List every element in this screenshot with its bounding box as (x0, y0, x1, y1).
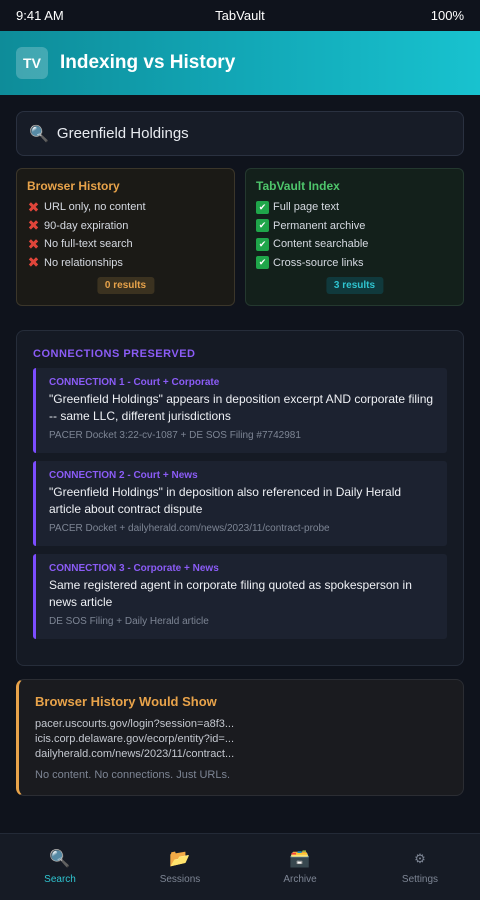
index-feature: ✔ Cross-source links (256, 254, 453, 273)
gear-icon: ⚙ (414, 850, 426, 866)
history-feature: ✖ 90-day expiration (27, 217, 129, 234)
tab-settings[interactable]: ⚙ Settings (360, 834, 480, 900)
cross-icon: ✖ (27, 254, 40, 271)
tabvault-index-card: TabVault Index ✔ Full page text ✔ Permanen… (245, 168, 464, 306)
checkmark-icon: ✔ (256, 219, 269, 233)
browser-history-title: Browser History (27, 179, 120, 193)
archive-icon: 🗃️ (289, 848, 311, 868)
tab-label: Settings (401, 873, 439, 885)
tab-label: Archive (283, 873, 317, 885)
search-icon: 🔍 (49, 848, 71, 868)
comparison-panel: Browser History ✖ URL only, no content ✖ 9… (16, 168, 464, 306)
index-feature: ✔ Permanent archive (256, 217, 453, 236)
cross-icon: ✖ (27, 217, 40, 234)
checkmark-icon: ✔ (256, 256, 269, 270)
would-show-title: Browser History Would Show (35, 694, 217, 709)
search-input[interactable] (56, 125, 437, 142)
history-feature: ✖ URL only, no content (27, 198, 146, 215)
history-url: dailyherald.com/news/2023/11/contract... (35, 748, 235, 760)
folder-icon: 📂 (169, 848, 191, 868)
cross-icon: ✖ (27, 198, 40, 215)
tab-sessions[interactable]: 📂 Sessions (120, 834, 240, 900)
index-feature: ✔ Content searchable (256, 235, 453, 254)
connection-source: PACER Docket + dailyherald.com/news/2023… (49, 523, 330, 534)
checkmark-icon: ✔ (256, 200, 269, 214)
connection-text: Same registered agent in corporate filin… (49, 578, 412, 609)
browser-history-card: Browser History ✖ URL only, no content ✖ 9… (16, 168, 235, 306)
connection-source: PACER Docket 3:22-cv-1087 + DE SOS Filin… (49, 430, 301, 441)
tab-label: Sessions (159, 873, 201, 885)
would-show-note: No content. No connections. Just URLs. (35, 769, 231, 781)
history-feature: ✖ No full-text search (27, 235, 133, 252)
tab-search[interactable]: 🔍 Search (0, 834, 120, 900)
status-bar: 9:41 AM TabVault 100% (0, 0, 480, 31)
status-app-name: TabVault (215, 8, 265, 23)
index-result-badge: 3 results (325, 277, 384, 294)
history-feature: ✖ No relationships (27, 254, 123, 271)
status-time: 9:41 AM (16, 8, 64, 23)
status-battery: 100% (430, 8, 464, 23)
app-header: TV Indexing vs History (0, 31, 480, 95)
connection-card[interactable]: CONNECTION 2 - Court + News "Greenfield … (33, 461, 447, 546)
history-would-show-panel: Browser History Would Show pacer.uscourt… (16, 679, 464, 796)
history-url: icis.corp.delaware.gov/ecorp/entity?id=.… (35, 733, 235, 745)
connection-label: CONNECTION 2 - Court + News (49, 470, 198, 481)
connection-source: DE SOS Filing + Daily Herald article (49, 616, 209, 627)
bottom-tab-bar: 🔍 Search 📂 Sessions 🗃️ Archive ⚙ Setting… (0, 833, 480, 900)
connection-text: "Greenfield Holdings" in deposition also… (49, 485, 402, 516)
cross-icon: ✖ (27, 235, 40, 252)
index-feature: ✔ Full page text (256, 198, 453, 217)
tab-label: Search (44, 873, 76, 885)
checkmark-icon: ✔ (256, 237, 269, 251)
search-bar[interactable]: 🔍 (16, 111, 464, 156)
tab-archive[interactable]: 🗃️ Archive (240, 834, 360, 900)
connections-title: CONNECTIONS PRESERVED (33, 348, 196, 360)
app-logo: TV (16, 47, 48, 79)
search-icon: 🔍 (29, 125, 49, 143)
tabvault-index-title: TabVault Index (256, 179, 340, 193)
connection-card[interactable]: CONNECTION 3 - Corporate + News Same reg… (33, 554, 447, 639)
page-title: Indexing vs History (60, 52, 236, 73)
connection-card[interactable]: CONNECTION 1 - Court + Corporate "Greenf… (33, 368, 447, 453)
connection-label: CONNECTION 1 - Court + Corporate (49, 377, 220, 388)
history-result-badge: 0 results (96, 277, 155, 294)
connection-label: CONNECTION 3 - Corporate + News (49, 563, 219, 574)
history-url: pacer.uscourts.gov/login?session=a8f3... (35, 718, 235, 730)
connections-panel: CONNECTIONS PRESERVED CONNECTION 1 - Cou… (16, 330, 464, 666)
connection-text: "Greenfield Holdings" appears in deposit… (49, 392, 434, 423)
